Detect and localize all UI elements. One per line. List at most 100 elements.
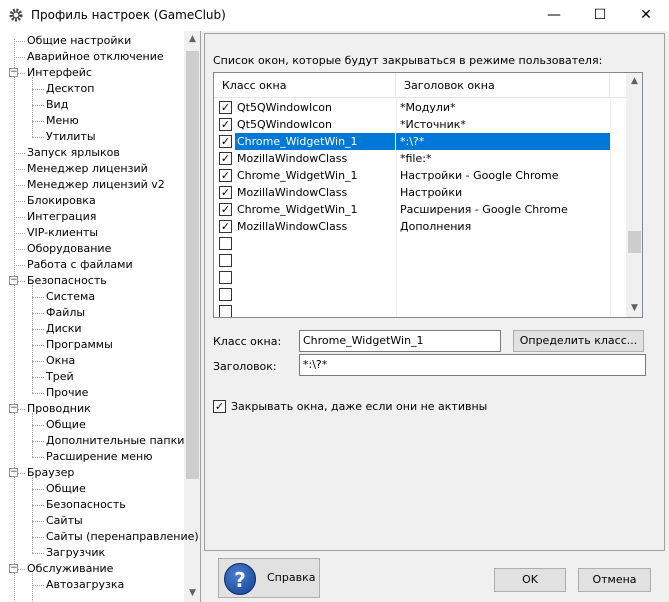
row-checkbox[interactable] [219,237,232,250]
tree-item[interactable]: VIP-клиенты [27,225,98,241]
tree-connector [32,393,44,394]
tree-item[interactable]: Диски [46,321,82,337]
scroll-up-arrow-icon[interactable]: ▲ [184,31,200,48]
tree-item[interactable]: Утилиты [46,129,96,145]
tree-item[interactable]: Аварийное отключение [27,49,164,65]
tree-item[interactable]: Десктоп [46,81,94,97]
tree-item-label: Файлы [46,306,86,319]
tree-item[interactable]: Вид [46,97,68,113]
tree-item[interactable]: Программы [46,337,113,353]
detect-class-button[interactable]: Определить класс... [513,330,644,352]
tree-item[interactable]: Система [46,289,95,305]
tree-item-label: Вид [46,98,69,111]
tree-item[interactable]: Безопасность [46,497,126,513]
row-checkbox[interactable]: ✓ [219,135,232,148]
list-row[interactable] [214,303,626,317]
row-checkbox[interactable] [219,271,232,284]
tree-connector [32,585,44,586]
tree-item[interactable]: Запуск ярлыков [27,145,120,161]
list-row[interactable]: ✓ Qt5QWindowIcon *Источник* [214,116,626,133]
tree-item[interactable]: Менеджер лицензий [27,161,148,177]
tree-item[interactable]: Расширение меню [46,449,153,465]
list-row[interactable] [214,269,626,286]
tree-scrollbar[interactable]: ▲ ▼ [184,31,200,602]
tree-scroll-thumb[interactable] [186,51,199,479]
tree-branch [32,77,33,137]
cell-window-class: MozillaWindowClass [237,220,348,233]
list-row[interactable] [214,235,626,252]
list-row[interactable]: ✓ Chrome_WidgetWin_1 Расширения - Google C… [214,201,626,218]
tree-item[interactable]: Интерфейс [27,65,92,81]
cell-window-title: Расширения - Google Chrome [400,203,568,216]
cell-window-title: *Источник* [400,118,466,131]
tree-item[interactable]: Менеджер лицензий v2 [27,177,165,193]
collapse-icon[interactable]: − [9,564,18,573]
tree-item[interactable]: Загрузчик [46,545,105,561]
cancel-button[interactable]: Отмена [578,568,651,592]
row-checkbox[interactable]: ✓ [219,169,232,182]
column-header-class[interactable]: Класс окна [214,73,396,98]
cell-window-class [235,252,395,269]
tree-item[interactable]: Общие [46,417,86,433]
list-row[interactable]: ✓ Chrome_WidgetWin_1 Настройки - Google Ch… [214,167,626,184]
tree-item[interactable]: Меню [46,113,79,129]
list-row[interactable] [214,286,626,303]
collapse-icon[interactable]: − [9,68,18,77]
list-row[interactable] [214,252,626,269]
maximize-button[interactable]: ☐ [577,0,623,31]
tree-item[interactable]: Оборудование [27,241,111,257]
window-list[interactable]: Класс окна Заголовок окна ▲ ▼ ✓ Qt5QWindo… [213,72,643,318]
minimize-button[interactable]: — [531,0,577,31]
scroll-down-arrow-icon[interactable]: ▼ [184,585,200,602]
list-row[interactable]: ✓ MozillaWindowClass Дополнения [214,218,626,235]
class-input[interactable]: Chrome_WidgetWin_1 [299,330,501,352]
cell-window-class: Chrome_WidgetWin_1 [235,133,395,150]
tree-item[interactable]: Обслуживание [27,561,113,577]
tree-item[interactable]: Общие настройки [27,33,131,49]
scroll-up-arrow-icon[interactable]: ▲ [626,73,642,90]
list-scrollbar[interactable]: ▲ ▼ [626,73,642,317]
tree-item[interactable]: Блокировка [27,193,96,209]
column-header-title[interactable]: Заголовок окна [396,73,610,98]
ok-button[interactable]: OK [494,568,566,592]
tree-item[interactable]: Работа с файлами [27,257,133,273]
tree-connector [32,361,44,362]
collapse-icon[interactable]: − [9,404,18,413]
cell-window-class: Chrome_WidgetWin_1 [237,203,358,216]
list-row[interactable]: ✓ MozillaWindowClass Настройки [214,184,626,201]
tree-item[interactable]: Окна [46,353,75,369]
collapse-icon[interactable]: − [9,276,18,285]
list-row[interactable]: ✓ Chrome_WidgetWin_1 *:\?* [214,133,626,150]
list-row[interactable]: ✓ MozillaWindowClass *file:* [214,150,626,167]
close-inactive-checkbox[interactable]: ✓ [213,400,226,413]
tree-item[interactable]: Интеграция [27,209,96,225]
tree-item[interactable]: Безопасность [27,273,107,289]
row-checkbox[interactable] [219,288,232,301]
list-scroll-thumb[interactable] [628,231,641,253]
title-input[interactable]: *:\?* [299,354,646,376]
row-checkbox[interactable]: ✓ [219,152,232,165]
row-checkbox[interactable]: ✓ [219,101,232,114]
tree-item[interactable]: Сайты [46,513,83,529]
tree-item[interactable]: Автозагрузка [46,577,124,593]
collapse-icon[interactable]: − [9,468,18,477]
tree-item[interactable]: Проводник [27,401,91,417]
row-checkbox[interactable] [219,254,232,267]
settings-tree[interactable]: ▲ ▼ Общие настройки Аварийное отключение И… [0,31,201,602]
row-checkbox[interactable]: ✓ [219,118,232,131]
tree-item[interactable]: Браузер [27,465,74,481]
help-button[interactable]: ? Справка [218,558,320,598]
scroll-down-arrow-icon[interactable]: ▼ [626,300,642,317]
tree-item[interactable]: Сайты (перенаправление) [46,529,199,545]
tree-item[interactable]: Дополнительные папки [46,433,184,449]
close-button[interactable]: ✕ [623,0,669,31]
row-checkbox[interactable]: ✓ [219,186,232,199]
row-checkbox[interactable]: ✓ [219,220,232,233]
list-row[interactable]: ✓ Qt5QWindowIcon *Модули* [214,99,626,116]
row-checkbox[interactable]: ✓ [219,203,232,216]
tree-item[interactable]: Файлы [46,305,85,321]
tree-item[interactable]: Прочие [46,385,88,401]
tree-item[interactable]: Трей [46,369,74,385]
row-checkbox[interactable] [219,305,232,317]
tree-item[interactable]: Общие [46,481,86,497]
